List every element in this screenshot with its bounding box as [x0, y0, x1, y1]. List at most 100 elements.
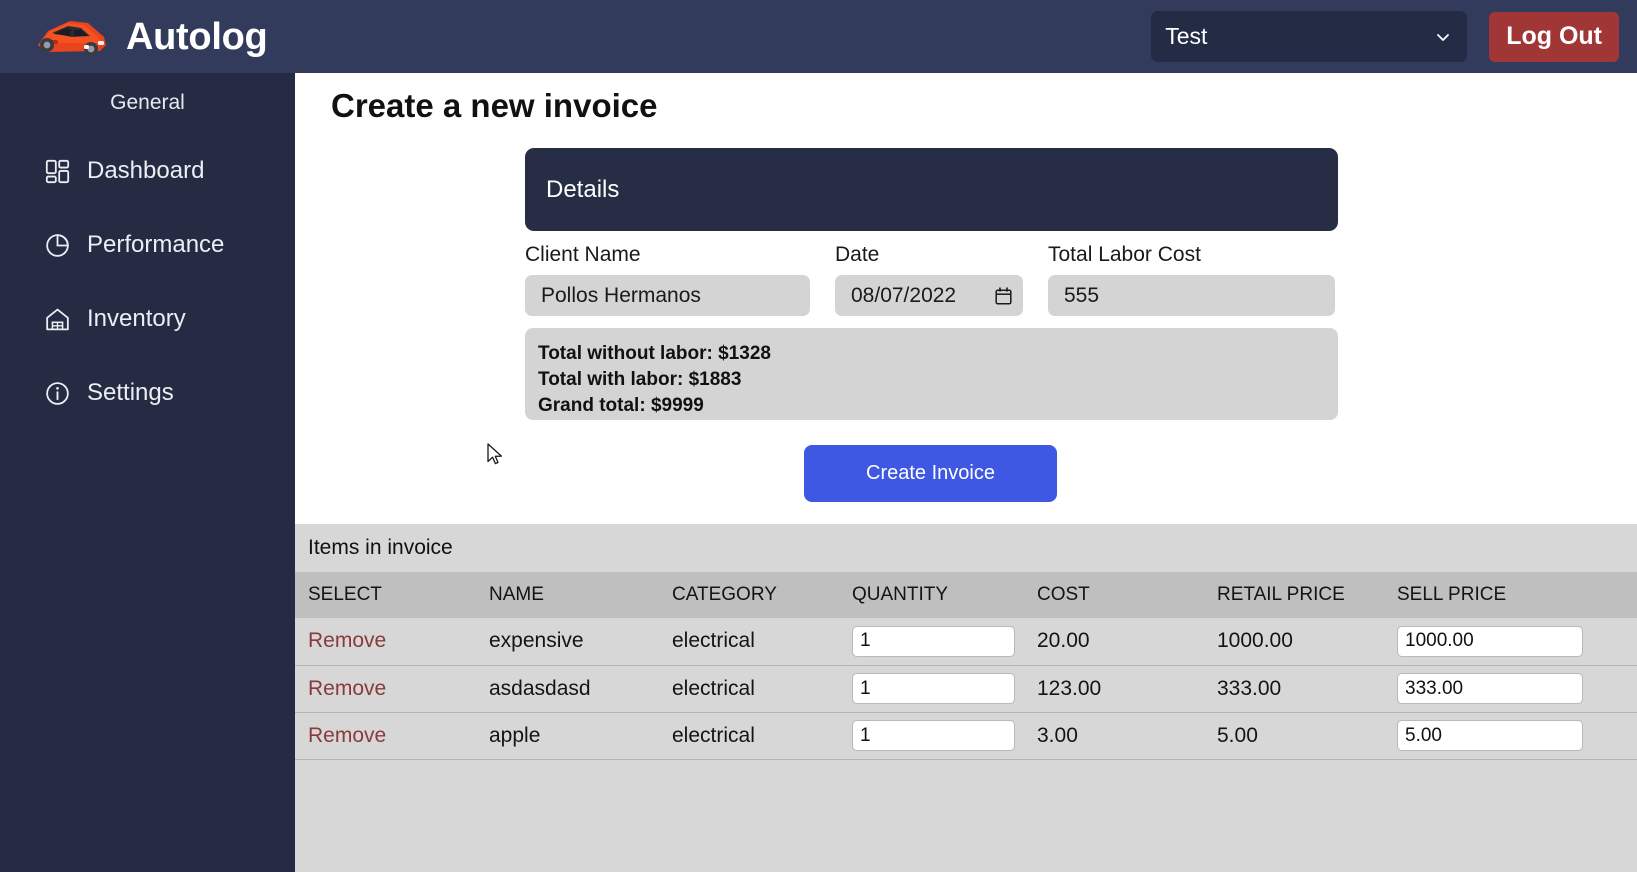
table-row: Remove expensive electrical 1 20.00 1000… — [295, 618, 1637, 666]
create-invoice-button[interactable]: Create Invoice — [804, 445, 1057, 502]
app-root: Autolog Test Log Out General Dashboard P… — [0, 0, 1637, 872]
date-value: 08/07/2022 — [851, 283, 957, 307]
row-quantity-cell: 1 — [839, 618, 1024, 666]
account-select-value: Test — [1165, 23, 1208, 49]
row-select-cell: Remove — [295, 712, 476, 760]
invoice-form: Client Name Pollos Hermanos Date 08/07/2… — [525, 243, 1338, 316]
column-header-cost: COST — [1024, 572, 1204, 618]
brand-name: Autolog — [126, 15, 268, 58]
row-cost-cell: 3.00 — [1024, 712, 1204, 760]
sidebar-item-performance[interactable]: Performance — [0, 221, 295, 269]
row-name-cell: apple — [476, 712, 659, 760]
column-header-sell-price: SELL PRICE — [1384, 572, 1637, 618]
row-retail-price-cell: 1000.00 — [1204, 618, 1384, 666]
row-retail-price-cell: 333.00 — [1204, 665, 1384, 713]
top-header: Autolog Test Log Out — [0, 0, 1637, 73]
main-content: Create a new invoice Details Client Name… — [295, 73, 1637, 872]
items-table-panel: Items in invoice SELECT NAME CATEGORY QU… — [295, 524, 1637, 872]
logout-button[interactable]: Log Out — [1489, 11, 1619, 62]
filler-cell — [1024, 759, 1204, 819]
warehouse-icon — [46, 308, 69, 330]
row-category-cell: electrical — [659, 618, 839, 666]
quantity-value: 1 — [860, 677, 871, 699]
remove-item-link[interactable]: Remove — [308, 677, 386, 700]
client-name-field-group: Client Name Pollos Hermanos — [525, 243, 810, 316]
items-table-body: Remove expensive electrical 1 20.00 1000… — [295, 618, 1637, 819]
column-header-retail-price: RETAIL PRICE — [1204, 572, 1384, 618]
total-with-labor: Total with labor: $1883 — [538, 369, 742, 390]
labor-cost-input[interactable]: 555 — [1048, 275, 1335, 316]
dashboard-grid-icon — [45, 159, 70, 183]
client-name-label: Client Name — [525, 243, 641, 266]
row-quantity-cell: 1 — [839, 712, 1024, 760]
column-header-name: NAME — [476, 572, 659, 618]
row-select-cell: Remove — [295, 665, 476, 713]
client-name-value: Pollos Hermanos — [541, 283, 701, 307]
sidebar-item-settings[interactable]: Settings — [0, 369, 295, 417]
pie-chart-icon — [46, 233, 69, 257]
row-quantity-cell: 1 — [839, 665, 1024, 713]
row-category-cell: electrical — [659, 665, 839, 713]
sidebar-item-label: Inventory — [87, 305, 186, 332]
quantity-input[interactable]: 1 — [852, 720, 1015, 751]
filler-cell — [839, 759, 1024, 819]
remove-item-link[interactable]: Remove — [308, 724, 386, 747]
sell-price-input[interactable]: 333.00 — [1397, 673, 1583, 704]
sidebar-item-inventory[interactable]: Inventory — [0, 295, 295, 343]
sidebar-item-label: Settings — [87, 379, 174, 406]
account-select[interactable]: Test — [1151, 11, 1468, 62]
total-without-labor: Total without labor: $1328 — [538, 343, 771, 364]
row-retail-price-cell: 5.00 — [1204, 712, 1384, 760]
row-name-cell: expensive — [476, 618, 659, 666]
row-category-cell: electrical — [659, 712, 839, 760]
date-label: Date — [835, 243, 880, 266]
grand-total: Grand total: $9999 — [538, 395, 704, 416]
quantity-value: 1 — [860, 724, 871, 746]
items-table-header-row: SELECT NAME CATEGORY QUANTITY COST RETAI… — [295, 572, 1637, 618]
chevron-down-icon — [1437, 33, 1450, 41]
brand[interactable]: Autolog — [0, 11, 268, 63]
column-header-quantity: QUANTITY — [839, 572, 1024, 618]
row-sell-price-cell: 5.00 — [1384, 712, 1637, 760]
totals-summary: Total without labor: $1328 Total with la… — [525, 328, 1338, 420]
filler-cell — [295, 759, 476, 819]
filler-cell — [1384, 759, 1637, 819]
calendar-icon[interactable] — [995, 286, 1012, 305]
sidebar-item-label: Performance — [87, 231, 225, 258]
date-input[interactable]: 08/07/2022 — [835, 275, 1023, 316]
sidebar: General Dashboard Performance Inventory … — [0, 73, 295, 872]
items-table-head: SELECT NAME CATEGORY QUANTITY COST RETAI… — [295, 572, 1637, 618]
row-sell-price-cell: 333.00 — [1384, 665, 1637, 713]
page-title: Create a new invoice — [331, 87, 658, 124]
quantity-input[interactable]: 1 — [852, 625, 1015, 657]
sidebar-section-title: General — [110, 91, 185, 114]
sell-price-value: 5.00 — [1405, 724, 1442, 746]
quantity-input[interactable]: 1 — [852, 673, 1015, 704]
row-sell-price-cell: 1000.00 — [1384, 618, 1637, 666]
sell-price-input[interactable]: 5.00 — [1397, 720, 1583, 751]
row-cost-cell: 20.00 — [1024, 618, 1204, 666]
client-name-input[interactable]: Pollos Hermanos — [525, 275, 810, 316]
filler-cell — [476, 759, 659, 819]
table-row-filler — [295, 759, 1637, 819]
table-row: Remove apple electrical 1 3.00 5.00 5.00 — [295, 712, 1637, 760]
quantity-value: 1 — [860, 630, 871, 652]
table-row: Remove asdasdasd electrical 1 123.00 333… — [295, 665, 1637, 713]
sidebar-item-dashboard[interactable]: Dashboard — [0, 147, 295, 195]
items-table-caption: Items in invoice — [295, 524, 1637, 572]
column-header-select: SELECT — [295, 572, 476, 618]
row-cost-cell: 123.00 — [1024, 665, 1204, 713]
items-table: SELECT NAME CATEGORY QUANTITY COST RETAI… — [295, 572, 1637, 819]
info-circle-icon — [46, 381, 69, 405]
sell-price-input[interactable]: 1000.00 — [1397, 625, 1583, 657]
remove-item-link[interactable]: Remove — [308, 629, 386, 652]
column-header-category: CATEGORY — [659, 572, 839, 618]
row-name-cell: asdasdasd — [476, 665, 659, 713]
labor-cost-value: 555 — [1064, 283, 1100, 307]
header-actions: Test Log Out — [1151, 11, 1619, 62]
date-field-group: Date 08/07/2022 — [835, 243, 1023, 316]
details-panel-header: Details — [525, 148, 1338, 231]
labor-cost-field-group: Total Labor Cost 555 — [1048, 243, 1335, 316]
details-panel-title: Details — [546, 175, 620, 203]
labor-cost-label: Total Labor Cost — [1048, 243, 1201, 266]
